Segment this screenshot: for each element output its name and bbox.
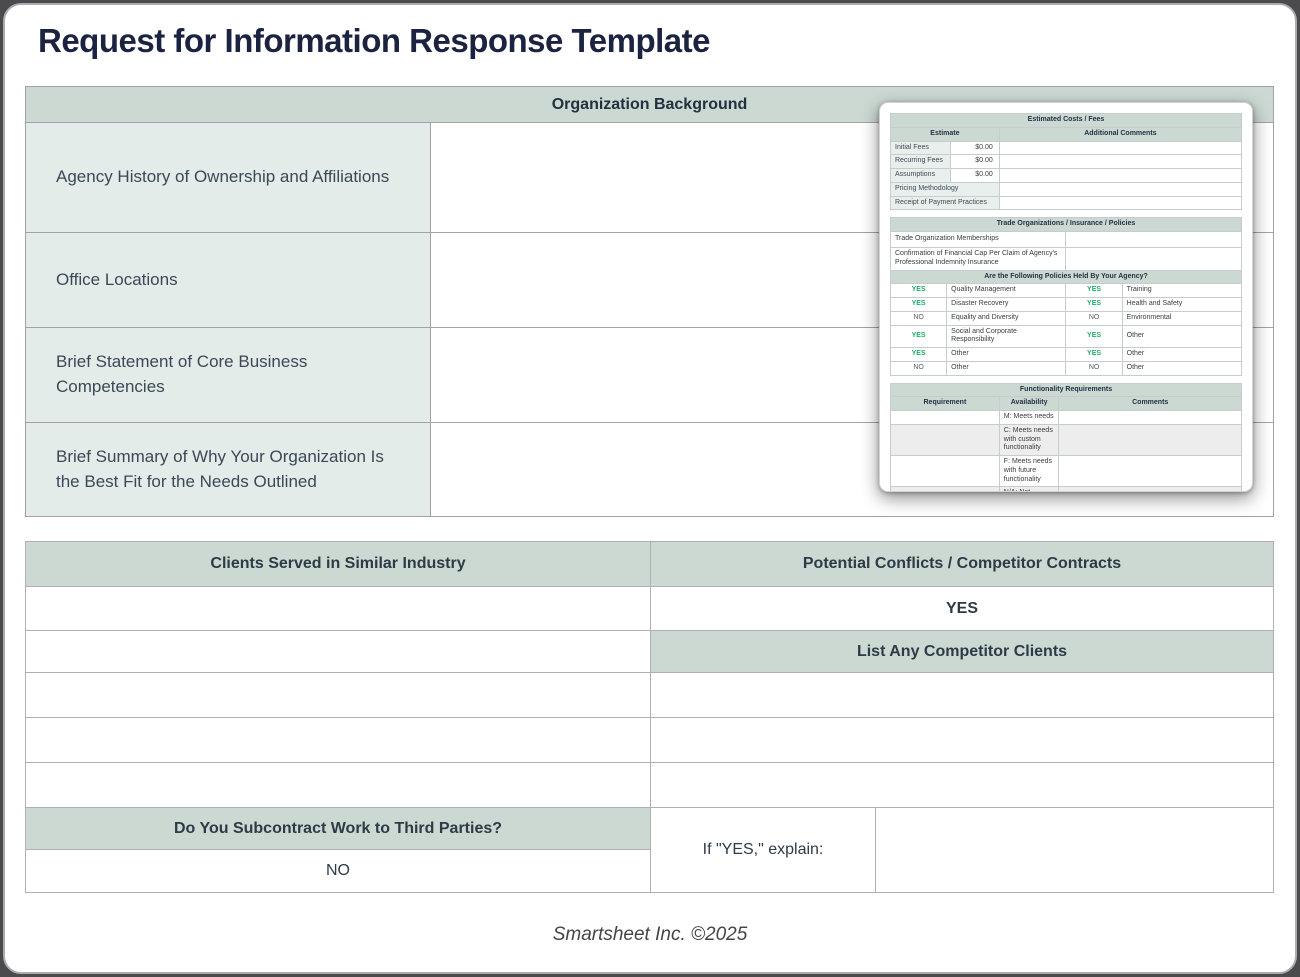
policy-answer-cell[interactable]: YES xyxy=(891,348,947,362)
policy-label: Other xyxy=(1122,361,1241,375)
policy-answer-cell[interactable]: NO xyxy=(1066,361,1122,375)
policy-label: Training xyxy=(1122,284,1241,298)
policy-label: Equality and Diversity xyxy=(947,311,1066,325)
requirement-cell[interactable] xyxy=(891,456,1000,487)
fee-comment-cell[interactable] xyxy=(999,169,1241,183)
policy-label: Other xyxy=(947,361,1066,375)
competitor-input-cell[interactable] xyxy=(651,673,1274,718)
footer-copyright: Smartsheet Inc. ©2025 xyxy=(0,924,1300,946)
fee-comment-cell[interactable] xyxy=(999,141,1241,155)
fee-wide-label: Pricing Methodology xyxy=(891,182,1000,196)
fee-value-cell[interactable]: $0.00 xyxy=(950,155,999,169)
policy-label: Other xyxy=(947,348,1066,362)
fee-label: Recurring Fees xyxy=(891,155,951,169)
potential-conflicts-header: Potential Conflicts / Competitor Contrac… xyxy=(651,542,1274,587)
additional-comments-header: Additional Comments xyxy=(999,127,1241,141)
comments-cell[interactable] xyxy=(1059,487,1242,492)
org-row-label: Office Locations xyxy=(26,233,431,328)
availability-cell[interactable]: F: Meets needs with future functionality xyxy=(999,456,1059,487)
competitor-clients-header: List Any Competitor Clients xyxy=(651,631,1274,673)
trade-row-input-cell[interactable] xyxy=(1066,248,1242,271)
policy-answer-cell[interactable]: YES xyxy=(1066,298,1122,312)
estimate-column-header: Estimate xyxy=(891,127,1000,141)
policy-label: Other xyxy=(1122,325,1241,348)
page-title: Request for Information Response Templat… xyxy=(38,22,710,60)
subcontract-answer-cell[interactable]: NO xyxy=(26,850,651,893)
policy-answer-cell[interactable]: NO xyxy=(1066,311,1122,325)
availability-column-header: Availability xyxy=(999,397,1059,411)
competitor-input-cell[interactable] xyxy=(651,763,1274,808)
policy-answer-cell[interactable]: YES xyxy=(1066,325,1122,348)
availability-cell[interactable]: C: Meets needs with custom functionality xyxy=(999,424,1059,455)
requirement-cell[interactable] xyxy=(891,424,1000,455)
policy-label: Social and Corporate Responsibility xyxy=(947,325,1066,348)
comments-column-header: Comments xyxy=(1059,397,1242,411)
org-row-label: Brief Statement of Core Business Compete… xyxy=(26,328,431,423)
trade-organizations-table: Trade Organizations / Insurance / Polici… xyxy=(890,217,1242,375)
clients-input-cell[interactable] xyxy=(26,631,651,673)
availability-cell[interactable]: N/A: Not applicable xyxy=(999,487,1059,492)
policy-label: Health and Safety xyxy=(1122,298,1241,312)
fee-comment-cell[interactable] xyxy=(999,196,1241,210)
fee-wide-label: Receipt of Payment Practices xyxy=(891,196,1000,210)
competitor-input-cell[interactable] xyxy=(651,718,1274,763)
clients-conflicts-table: Clients Served in Similar Industry Poten… xyxy=(25,541,1274,893)
policy-answer-cell[interactable]: YES xyxy=(1066,284,1122,298)
availability-cell[interactable]: M: Meets needs xyxy=(999,411,1059,425)
estimated-costs-table: Estimated Costs / Fees Estimate Addition… xyxy=(890,113,1242,210)
functionality-requirements-table: Functionality Requirements Requirement A… xyxy=(890,383,1242,493)
policy-answer-cell[interactable]: NO xyxy=(891,311,947,325)
conflicts-answer-cell[interactable]: YES xyxy=(651,587,1274,631)
comments-cell[interactable] xyxy=(1059,411,1242,425)
org-row-label: Agency History of Ownership and Affiliat… xyxy=(26,123,431,233)
fee-comment-cell[interactable] xyxy=(999,182,1241,196)
clients-input-cell[interactable] xyxy=(26,718,651,763)
fee-comment-cell[interactable] xyxy=(999,155,1241,169)
requirement-cell[interactable] xyxy=(891,487,1000,492)
clients-input-cell[interactable] xyxy=(26,763,651,808)
trade-title: Trade Organizations / Insurance / Polici… xyxy=(891,218,1242,232)
policy-label: Environmental xyxy=(1122,311,1241,325)
policy-label: Other xyxy=(1122,348,1241,362)
explain-label: If "YES," explain: xyxy=(651,808,876,893)
policy-label: Disaster Recovery xyxy=(947,298,1066,312)
policy-answer-cell[interactable]: NO xyxy=(891,361,947,375)
policy-answer-cell[interactable]: YES xyxy=(1066,348,1122,362)
policy-answer-cell[interactable]: YES xyxy=(891,284,947,298)
trade-row-input-cell[interactable] xyxy=(1066,232,1242,248)
policies-subheader: Are the Following Policies Held By Your … xyxy=(891,270,1242,284)
fee-label: Assumptions xyxy=(891,169,951,183)
policy-answer-cell[interactable]: YES xyxy=(891,325,947,348)
fee-value-cell[interactable]: $0.00 xyxy=(950,169,999,183)
policy-label: Quality Management xyxy=(947,284,1066,298)
clients-input-cell[interactable] xyxy=(26,587,651,631)
trade-row-label: Confirmation of Financial Cap Per Claim … xyxy=(891,248,1066,271)
estimated-costs-title: Estimated Costs / Fees xyxy=(891,114,1242,128)
subcontract-header: Do You Subcontract Work to Third Parties… xyxy=(26,808,651,850)
trade-row-label: Trade Organization Memberships xyxy=(891,232,1066,248)
fee-label: Initial Fees xyxy=(891,141,951,155)
fee-value-cell[interactable]: $0.00 xyxy=(950,141,999,155)
clients-served-header: Clients Served in Similar Industry xyxy=(26,542,651,587)
comments-cell[interactable] xyxy=(1059,456,1242,487)
org-row-label: Brief Summary of Why Your Organization I… xyxy=(26,423,431,517)
comments-cell[interactable] xyxy=(1059,424,1242,455)
clients-input-cell[interactable] xyxy=(26,673,651,718)
functionality-title: Functionality Requirements xyxy=(891,383,1242,397)
requirement-cell[interactable] xyxy=(891,411,1000,425)
template-preview-card: Estimated Costs / Fees Estimate Addition… xyxy=(879,102,1253,492)
requirement-column-header: Requirement xyxy=(891,397,1000,411)
explain-input-cell[interactable] xyxy=(876,808,1274,893)
policy-answer-cell[interactable]: YES xyxy=(891,298,947,312)
